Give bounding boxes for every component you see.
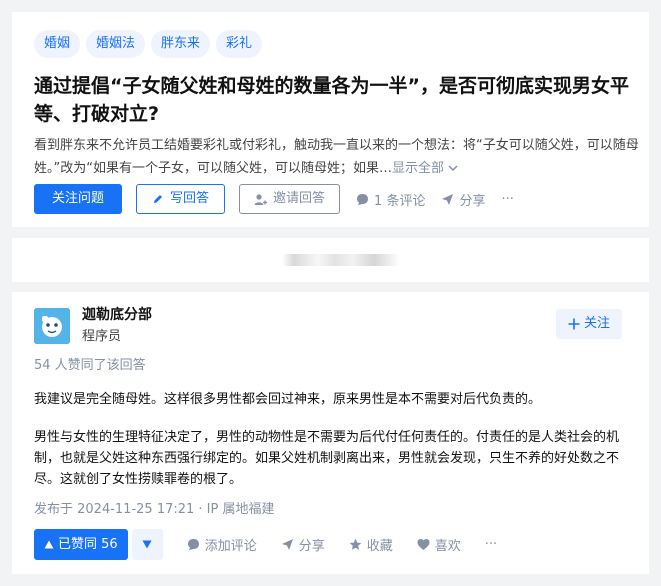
upvote-label: 已赞同 56 — [58, 537, 118, 552]
follow-author-label: 关注 — [583, 316, 610, 331]
author-name[interactable]: 迦勒底分部 — [82, 304, 152, 324]
show-all-link[interactable]: 显示全部 — [392, 161, 458, 176]
follow-author-button[interactable]: 关注 — [555, 309, 622, 339]
topic-tags: 婚姻 婚姻法 胖东来 彩礼 — [34, 30, 637, 58]
like-button[interactable]: 喜欢 — [417, 535, 461, 554]
blurred-banner — [12, 238, 649, 282]
add-comment-label: 添加评论 — [204, 539, 257, 554]
like-label: 喜欢 — [434, 539, 461, 554]
answer-paragraph: 我建议是完全随母姓。这样很多男性都会回过神来，原来男性是本不需要对后代负责的。 — [34, 392, 542, 407]
triangle-up-icon — [44, 540, 54, 549]
collect-label: 收藏 — [366, 539, 393, 554]
topic-tag[interactable]: 胖东来 — [151, 30, 211, 58]
write-answer-label: 写回答 — [170, 191, 210, 206]
follow-question-button[interactable]: 关注问题 — [34, 184, 123, 214]
plus-icon — [568, 318, 580, 330]
comments-button[interactable]: 1 条评论 — [356, 190, 425, 209]
add-comment-button[interactable]: 添加评论 — [187, 535, 257, 554]
invite-answer-button[interactable]: 邀请回答 — [239, 184, 341, 214]
downvote-button[interactable] — [131, 529, 163, 560]
share-button[interactable]: 分享 — [441, 190, 485, 209]
invite-answer-label: 邀请回答 — [273, 191, 326, 206]
more-button[interactable]: ··· — [501, 192, 513, 207]
comment-icon — [357, 193, 369, 205]
star-icon — [349, 538, 362, 550]
question-actions: 关注问题 写回答 邀请回答 1 条评论 分享 ··· — [34, 184, 514, 214]
question-title[interactable]: 通过提倡“子女随父姓和母姓的数量各为一半”，是否可彻底实现男女平等、打破对立? — [34, 72, 634, 128]
topic-tag[interactable]: 婚姻 — [34, 30, 81, 58]
answer-card: 迦勒底分部 程序员 关注 54 人赞同了该回答 我建议是完全随母姓。这样很多男性… — [12, 292, 649, 574]
topic-tag[interactable]: 婚姻法 — [86, 30, 146, 58]
share-answer-label: 分享 — [298, 539, 325, 554]
publish-info[interactable]: 发布于 2024-11-25 17:21 · IP 属地福建 — [34, 498, 274, 517]
answer-actions: 已赞同 56 添加评论 分享 收藏 喜欢 ··· — [34, 529, 497, 560]
question-description-text: 看到胖东来不允许员工结婚要彩礼或付彩礼，触动我一直以来的一个想法：将“子女可以随… — [34, 138, 639, 176]
send-icon — [281, 539, 293, 550]
write-answer-button[interactable]: 写回答 — [136, 184, 226, 214]
question-card: 婚姻 婚姻法 胖东来 彩礼 通过提倡“子女随父姓和母姓的数量各为一半”，是否可彻… — [12, 12, 649, 227]
pencil-icon — [154, 195, 163, 203]
share-answer-button[interactable]: 分享 — [281, 535, 325, 554]
answer-paragraph: 男性与女性的生理特征决定了，男性的动物性是不需要为后代付任何责任的。付责任的是人… — [34, 430, 620, 487]
show-all-label: 显示全部 — [391, 161, 444, 176]
upvote-button[interactable]: 已赞同 56 — [34, 529, 128, 560]
question-description: 看到胖东来不允许员工结婚要彩礼或付彩礼，触动我一直以来的一个想法：将“子女可以随… — [34, 134, 642, 180]
heart-icon — [417, 539, 430, 550]
topic-tag[interactable]: 彩礼 — [216, 30, 263, 58]
send-icon — [442, 193, 454, 205]
author-headline: 程序员 — [82, 329, 122, 344]
blurred-content — [282, 254, 400, 266]
avatar-image — [34, 308, 70, 344]
answer-more-button[interactable]: ··· — [485, 537, 497, 552]
triangle-down-icon — [142, 540, 152, 549]
share-label: 分享 — [459, 193, 486, 209]
chevron-down-icon — [448, 165, 458, 172]
collect-button[interactable]: 收藏 — [349, 535, 393, 554]
avatar[interactable] — [34, 308, 70, 344]
comment-icon — [187, 539, 199, 550]
answer-content: 我建议是完全随母姓。这样很多男性都会回过神来，原来男性是本不需要对后代负责的。 … — [34, 389, 630, 507]
agree-count: 54 人赞同了该回答 — [34, 358, 146, 373]
add-user-icon — [254, 193, 268, 205]
comments-label: 1 条评论 — [374, 193, 426, 209]
